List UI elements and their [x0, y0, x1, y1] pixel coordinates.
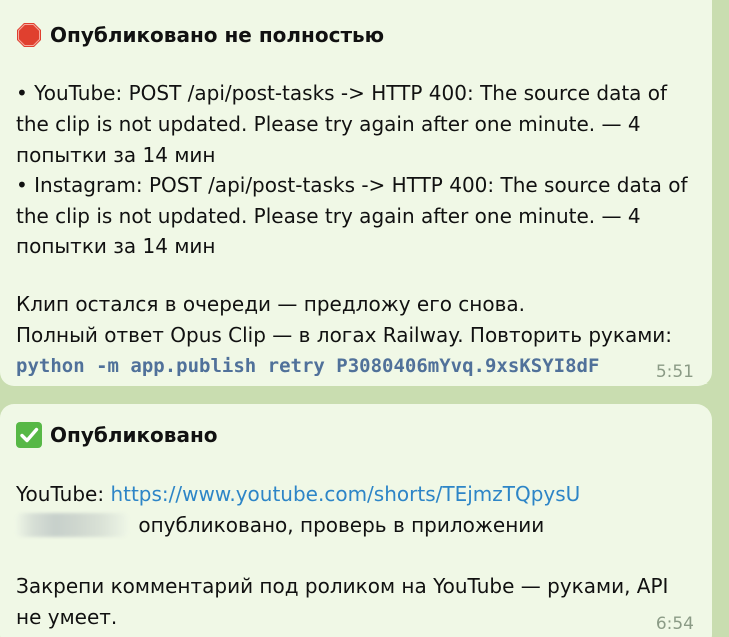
redacted-text [16, 513, 128, 537]
message-bubble-published[interactable]: Опубликовано YouTube: https://www.youtub… [0, 404, 712, 637]
message-bubble-partial-publish[interactable]: Опубликовано не полностью • YouTube: POS… [0, 0, 712, 386]
queue-note: Клип остался в очереди — предложу его сн… [16, 292, 526, 316]
message-time: 5:51 [655, 362, 694, 382]
message-title-row: Опубликовано не полностью [16, 20, 384, 50]
error-line: попытки за 14 мин [16, 143, 216, 167]
error-line: • Instagram: POST /api/post-tasks -> HTT… [16, 173, 688, 197]
bubble-tail-icon [694, 366, 708, 384]
retry-command[interactable]: python -m app.publish retry P3080406mYvq… [16, 351, 599, 381]
message-time: 6:54 [655, 614, 694, 634]
youtube-label: YouTube: [16, 482, 111, 506]
stop-sign-icon [16, 22, 42, 48]
youtube-row: YouTube: https://www.youtube.com/shorts/… [16, 479, 580, 509]
error-line: the clip is not updated. Please try agai… [16, 204, 641, 228]
error-line: the clip is not updated. Please try agai… [16, 112, 641, 136]
pin-note: Закрепи комментарий под роликом на YouTu… [16, 574, 669, 598]
error-line: попытки за 14 мин [16, 234, 216, 258]
published-check-note: опубликовано, проверь в приложении [138, 513, 545, 537]
check-mark-icon [16, 422, 42, 448]
message-title: Опубликовано не полностью [50, 23, 385, 47]
logs-note: Полный ответ Opus Clip — в логах Railway… [16, 323, 673, 347]
instagram-row: опубликовано, проверь в приложении [16, 510, 544, 540]
message-title-row: Опубликовано [16, 420, 218, 450]
error-line: • YouTube: POST /api/post-tasks -> HTTP … [16, 81, 668, 105]
youtube-link[interactable]: https://www.youtube.com/shorts/TEjmzTQpy… [110, 482, 580, 506]
message-title: Опубликовано [50, 423, 218, 447]
pin-note: не умеет. [16, 605, 118, 629]
